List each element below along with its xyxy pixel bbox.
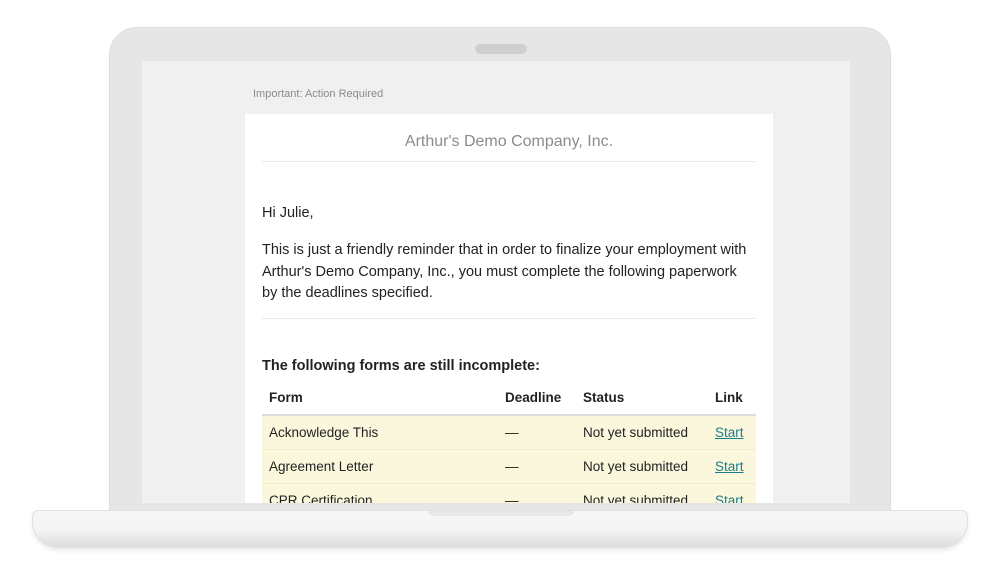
table-row: CPR Certification — Not yet submitted St… bbox=[262, 483, 756, 503]
deadline-cell: — bbox=[498, 449, 576, 484]
form-name-cell: Acknowledge This bbox=[262, 415, 498, 450]
section-divider bbox=[262, 318, 756, 319]
email-message: This is just a friendly reminder that in… bbox=[262, 242, 747, 301]
status-cell: Not yet submitted bbox=[576, 415, 708, 450]
camera-icon bbox=[475, 44, 527, 54]
table-row: Acknowledge This — Not yet submitted Sta… bbox=[262, 415, 756, 450]
laptop-base bbox=[32, 510, 968, 548]
table-row: Agreement Letter — Not yet submitted Sta… bbox=[262, 449, 756, 484]
table-header-row: Form Deadline Status Link bbox=[262, 380, 756, 416]
deadline-cell: — bbox=[498, 415, 576, 450]
column-header-form: Form bbox=[262, 380, 498, 416]
deadline-cell: — bbox=[498, 483, 576, 503]
start-link[interactable]: Start bbox=[715, 425, 744, 440]
email-preheader: Important: Action Required bbox=[253, 88, 384, 100]
column-header-link: Link bbox=[708, 380, 756, 416]
link-cell: Start bbox=[708, 483, 756, 503]
laptop-screen: Important: Action Required Arthur's Demo… bbox=[142, 61, 850, 503]
email-greeting: Hi Julie, bbox=[262, 205, 314, 221]
forms-heading: The following forms are still incomplete… bbox=[262, 358, 540, 374]
status-cell: Not yet submitted bbox=[576, 449, 708, 484]
email-card: Arthur's Demo Company, Inc. Hi Julie, Th… bbox=[245, 114, 773, 503]
device-mockup: Important: Action Required Arthur's Demo… bbox=[0, 0, 1000, 575]
company-name: Arthur's Demo Company, Inc. bbox=[262, 114, 756, 162]
link-cell: Start bbox=[708, 449, 756, 484]
link-cell: Start bbox=[708, 415, 756, 450]
status-cell: Not yet submitted bbox=[576, 483, 708, 503]
column-header-status: Status bbox=[576, 380, 708, 416]
forms-table: Form Deadline Status Link Acknowledge Th… bbox=[262, 380, 756, 503]
column-header-deadline: Deadline bbox=[498, 380, 576, 416]
laptop-base-notch bbox=[428, 511, 574, 516]
form-name-cell: CPR Certification bbox=[262, 483, 498, 503]
start-link[interactable]: Start bbox=[715, 493, 744, 503]
start-link[interactable]: Start bbox=[715, 459, 744, 474]
form-name-cell: Agreement Letter bbox=[262, 449, 498, 484]
